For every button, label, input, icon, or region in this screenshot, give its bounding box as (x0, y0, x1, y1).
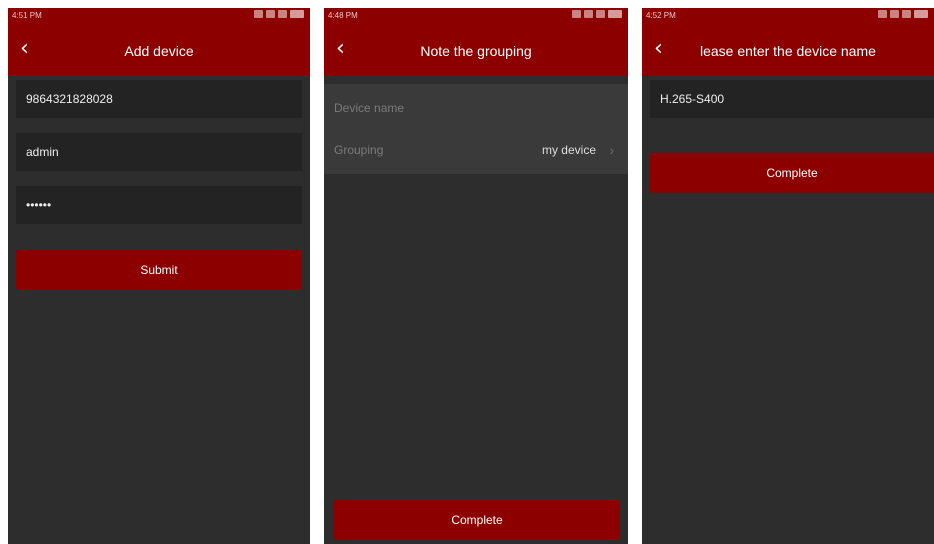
complete-button[interactable]: Complete (650, 153, 934, 193)
grouping-screen: 4:48 PM ‹ Note the grouping Device name … (324, 8, 628, 544)
sim-icon (572, 10, 581, 18)
header-bar: ‹ lease enter the device name (642, 26, 934, 76)
device-name-screen: 4:52 PM ‹ lease enter the device name H.… (642, 8, 934, 544)
back-chevron-icon[interactable]: ‹ (654, 38, 663, 60)
status-bar: 4:51 PM (8, 8, 310, 26)
complete-button[interactable]: Complete (334, 500, 620, 540)
username-field[interactable]: admin (16, 133, 302, 171)
wifi-icon (890, 10, 899, 18)
page-title: Note the grouping (420, 43, 532, 59)
add-device-screen: 4:51 PM ‹ Add device 9864321828028 admin… (8, 8, 310, 544)
sim-icon (878, 10, 887, 18)
status-time: 4:48 PM (328, 11, 358, 20)
page-title: Add device (124, 43, 194, 59)
settings-list: Device name Grouping my device › (324, 84, 628, 174)
status-bar: 4:52 PM (642, 8, 934, 26)
wifi-icon (266, 10, 275, 18)
password-field[interactable]: •••••• (16, 186, 302, 224)
header-bar: ‹ Add device (8, 26, 310, 76)
battery-icon (608, 10, 622, 18)
row-label: Device name (334, 101, 405, 115)
row-value: my device (541, 143, 596, 157)
status-time: 4:51 PM (12, 11, 42, 20)
status-bar: 4:48 PM (324, 8, 628, 26)
signal-icon (278, 10, 287, 18)
wifi-icon (584, 10, 593, 18)
signal-icon (596, 10, 605, 18)
grouping-row[interactable]: Grouping my device › (324, 128, 628, 172)
battery-icon (914, 10, 928, 18)
header-bar: ‹ Note the grouping (324, 26, 628, 76)
page-title: lease enter the device name (700, 43, 876, 59)
sim-icon (254, 10, 263, 18)
signal-icon (902, 10, 911, 18)
device-name-input[interactable]: H.265-S400 (650, 80, 934, 118)
device-name-row[interactable]: Device name (324, 86, 628, 130)
device-id-field[interactable]: 9864321828028 (16, 80, 302, 118)
row-label: Grouping (334, 143, 384, 157)
submit-button[interactable]: Submit (16, 250, 302, 290)
battery-icon (290, 10, 304, 18)
status-time: 4:52 PM (646, 11, 676, 20)
chevron-right-icon: › (609, 142, 614, 158)
